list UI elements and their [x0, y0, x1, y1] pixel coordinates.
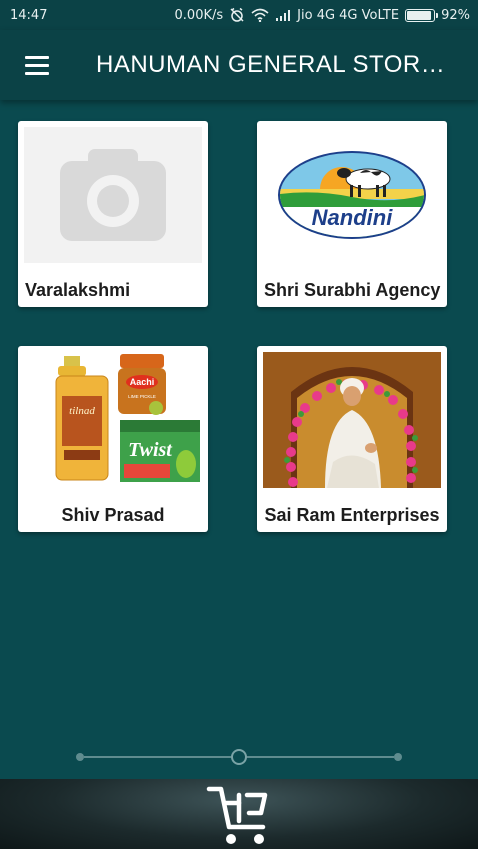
- menu-button[interactable]: [0, 30, 74, 100]
- network-speed: 0.00K/s: [174, 7, 224, 23]
- store-card-shiv-prasad[interactable]: tilnad Aachi LIME PICKLE Twist Shiv Pras…: [18, 346, 208, 532]
- svg-text:Twist: Twist: [128, 439, 173, 461]
- svg-text:LIME PICKLE: LIME PICKLE: [128, 394, 156, 399]
- store-card-sai-ram-enterprises[interactable]: Sai Ram Enterprises: [257, 346, 447, 532]
- bottom-bar: [0, 779, 478, 849]
- status-indicators: 0.00K/s Jio 4G 4G VoLTE 92%: [175, 7, 470, 23]
- svg-text:tilnad: tilnad: [69, 405, 95, 417]
- store-name: Shri Surabhi Agency: [264, 280, 441, 300]
- pager-dot-active[interactable]: [231, 749, 247, 765]
- page-title: HANUMAN GENERAL STORE...: [96, 51, 446, 78]
- status-bar: 14:47 0.00K/s Jio 4G 4G VoLTE 92%: [0, 0, 478, 30]
- page-indicator[interactable]: [76, 749, 402, 765]
- hamburger-icon-line: [25, 71, 49, 75]
- signal-icon: [276, 10, 291, 21]
- hamburger-icon-line: [25, 55, 49, 59]
- sai-baba-shrine-image: [263, 352, 441, 488]
- svg-text:Nandini: Nandini: [312, 205, 394, 230]
- store-name: Sai Ram Enterprises: [264, 505, 440, 525]
- camera-placeholder-icon: [24, 127, 202, 263]
- status-time: 14:47: [10, 7, 48, 23]
- pager-dot[interactable]: [394, 753, 402, 761]
- alarm-off-icon: [230, 7, 244, 22]
- hamburger-icon-line: [25, 63, 49, 67]
- store-card-shri-surabhi-agency[interactable]: Nandini Shri Surabhi Agency: [257, 121, 447, 307]
- store-name: Varalakshmi: [25, 280, 131, 300]
- store-card-varalakshmi[interactable]: Varalakshmi: [18, 121, 208, 307]
- pager-dot[interactable]: [76, 753, 84, 761]
- app-bar: HANUMAN GENERAL STORE...: [0, 30, 478, 100]
- svg-text:Aachi: Aachi: [130, 377, 155, 387]
- battery-percent: 92%: [441, 7, 470, 23]
- carrier-label: Jio 4G 4G VoLTE: [297, 7, 400, 23]
- battery-icon: [405, 8, 439, 22]
- wifi-icon: [251, 8, 269, 22]
- nandini-logo: Nandini: [263, 127, 441, 263]
- store-name: Shiv Prasad: [61, 505, 165, 525]
- battery-level: [407, 10, 431, 20]
- cart-icon[interactable]: [205, 781, 273, 847]
- grocery-products-image: tilnad Aachi LIME PICKLE Twist: [24, 352, 202, 488]
